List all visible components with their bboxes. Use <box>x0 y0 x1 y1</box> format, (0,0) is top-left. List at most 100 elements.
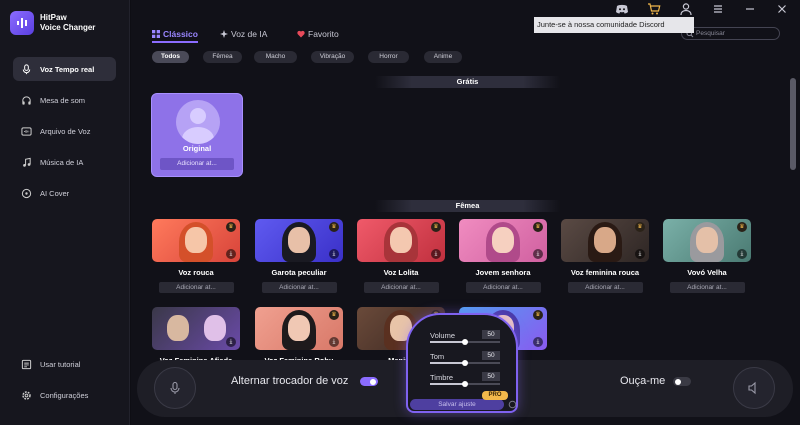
voice-card[interactable]: ♛⤓ Voz Feminina Robu <box>255 307 343 365</box>
download-icon[interactable]: ⤓ <box>226 249 236 259</box>
volume-slider-row: Volume 50 <box>430 330 502 345</box>
filter-all[interactable]: Todos <box>152 51 189 63</box>
crown-icon: ♛ <box>635 222 645 232</box>
sidebar: HitPaw Voice Changer Voz Tempo real Mesa… <box>0 0 130 425</box>
mic-icon <box>170 381 180 394</box>
voice-name: Voz Lolita <box>383 268 419 277</box>
tab-label: Clássico <box>163 29 198 39</box>
search-input[interactable]: Pesquisar <box>681 27 780 40</box>
voice-name: Voz rouca <box>178 268 214 277</box>
add-shortcut-button[interactable]: Adicionar at... <box>158 282 234 293</box>
listen-toggle[interactable] <box>673 377 691 386</box>
add-shortcut-button[interactable]: Adicionar at... <box>465 282 541 293</box>
download-icon[interactable]: ⤓ <box>635 249 645 259</box>
voice-name: Voz feminina rouca <box>570 268 640 277</box>
pitch-slider[interactable] <box>430 360 500 366</box>
logo-icon <box>10 11 34 35</box>
filter-horror[interactable]: Horror <box>368 51 409 63</box>
cart-icon[interactable] <box>647 2 661 16</box>
tab-ai-voice[interactable]: Voz de IA <box>220 29 267 39</box>
close-icon[interactable] <box>775 2 789 16</box>
add-shortcut-button[interactable]: Adicionar at... <box>160 158 234 170</box>
sidebar-item-voice-file[interactable]: Arquivo de Voz <box>13 119 116 143</box>
filter-vibration[interactable]: Vibração <box>311 51 354 63</box>
sidebar-item-label: Música de IA <box>40 157 84 167</box>
search-placeholder: Pesquisar <box>696 30 725 37</box>
voice-card[interactable]: ♛ ⤓ Voz feminina rouca Adicionar at... <box>561 219 649 293</box>
audio-file-icon <box>21 126 32 136</box>
scrollbar[interactable] <box>790 78 796 170</box>
voice-avatar: ♛⤓ <box>152 219 240 262</box>
voice-card[interactable]: ♛ ⤓ Voz rouca Adicionar at... <box>152 219 240 293</box>
download-icon[interactable]: ⤓ <box>329 337 339 347</box>
download-icon[interactable]: ⤓ <box>737 249 747 259</box>
add-shortcut-button[interactable]: Adicionar at... <box>261 282 337 293</box>
voice-avatar: ♛⤓ <box>663 219 751 262</box>
crown-icon: ♛ <box>329 310 339 320</box>
timbre-slider[interactable] <box>430 381 500 387</box>
voice-changer-toggle-label: Alternar trocador de voz <box>231 375 349 387</box>
voice-card[interactable]: ♛ ⤓ Voz Lolita Adicionar at... <box>357 219 445 293</box>
tutorial-icon <box>21 359 32 369</box>
voice-card-original[interactable]: Original Adicionar at... <box>151 93 243 177</box>
save-adjustment-button[interactable]: Salvar ajuste <box>410 399 504 410</box>
add-shortcut-button[interactable]: Adicionar at... <box>669 282 745 293</box>
timbre-slider-row: Timbre 50 <box>430 372 502 387</box>
voice-name: Original <box>182 144 212 153</box>
add-shortcut-button[interactable]: Adicionar at... <box>363 282 439 293</box>
grid-icon <box>152 30 160 38</box>
reset-icon[interactable] <box>508 400 517 409</box>
sidebar-item-ai-music[interactable]: Música de IA <box>13 150 116 174</box>
crown-icon: ♛ <box>737 222 747 232</box>
crown-icon: ♛ <box>533 310 543 320</box>
app-name: HitPaw Voice Changer <box>40 13 95 33</box>
crown-icon: ♛ <box>226 222 236 232</box>
section-free: Grátis <box>375 76 560 88</box>
user-icon[interactable] <box>679 2 693 16</box>
voice-card[interactable]: ⤓ Voz Feminina Afiada <box>152 307 240 365</box>
filter-female[interactable]: Fêmea <box>203 51 242 63</box>
menu-icon[interactable] <box>711 2 725 16</box>
heart-icon <box>297 30 305 38</box>
volume-slider[interactable] <box>430 339 500 345</box>
headphones-icon <box>22 95 31 105</box>
mic-icon <box>22 63 31 74</box>
voice-card[interactable]: ♛ ⤓ Garota peculiar Adicionar at... <box>255 219 343 293</box>
discord-icon[interactable] <box>615 2 629 16</box>
sidebar-item-tutorial[interactable]: Usar tutorial <box>13 352 116 376</box>
sidebar-item-settings[interactable]: Configurações <box>13 383 116 407</box>
download-icon[interactable]: ⤓ <box>533 249 543 259</box>
tab-classic[interactable]: Clássico <box>152 29 198 39</box>
voice-card[interactable]: ♛ ⤓ Vovó Velha Adicionar at... <box>663 219 751 293</box>
tab-favorites[interactable]: Favorito <box>297 29 339 39</box>
voice-avatar: ♛⤓ <box>459 219 547 262</box>
filter-anime[interactable]: Anime <box>424 51 462 63</box>
sidebar-item-realtime-voice[interactable]: Voz Tempo real <box>13 57 116 81</box>
voice-changer-toggle[interactable] <box>360 377 378 386</box>
sidebar-item-soundboard[interactable]: Mesa de som <box>13 88 116 112</box>
voice-name: Garota peculiar <box>271 268 327 277</box>
add-shortcut-button[interactable]: Adicionar at... <box>567 282 643 293</box>
voice-card[interactable]: ♛ ⤓ Jovem senhora Adicionar at... <box>459 219 547 293</box>
app-name-line2: Voice Changer <box>40 23 96 32</box>
crown-icon: ♛ <box>533 222 543 232</box>
speaker-icon <box>748 381 756 395</box>
filter-male[interactable]: Macho <box>254 51 297 63</box>
avatar-placeholder-icon <box>176 100 220 144</box>
minimize-icon[interactable] <box>743 2 757 16</box>
timbre-value[interactable]: 50 <box>482 372 500 381</box>
download-icon[interactable]: ⤓ <box>226 337 236 347</box>
sidebar-item-ai-cover[interactable]: AI Cover <box>13 181 116 205</box>
speaker-button[interactable] <box>733 367 775 409</box>
download-icon[interactable]: ⤓ <box>431 249 441 259</box>
sidebar-item-label: Configurações <box>40 390 89 400</box>
app-window: HitPaw Voice Changer Voz Tempo real Mesa… <box>0 0 800 425</box>
volume-value[interactable]: 50 <box>482 330 500 339</box>
download-icon[interactable]: ⤓ <box>329 249 339 259</box>
microphone-button[interactable] <box>154 367 196 409</box>
voice-name: Jovem senhora <box>475 268 531 277</box>
discord-tooltip: Junte-se à nossa comunidade Discord <box>534 17 694 33</box>
voice-avatar: ♛⤓ <box>255 307 343 350</box>
download-icon[interactable]: ⤓ <box>533 337 543 347</box>
pitch-value[interactable]: 50 <box>482 351 500 360</box>
